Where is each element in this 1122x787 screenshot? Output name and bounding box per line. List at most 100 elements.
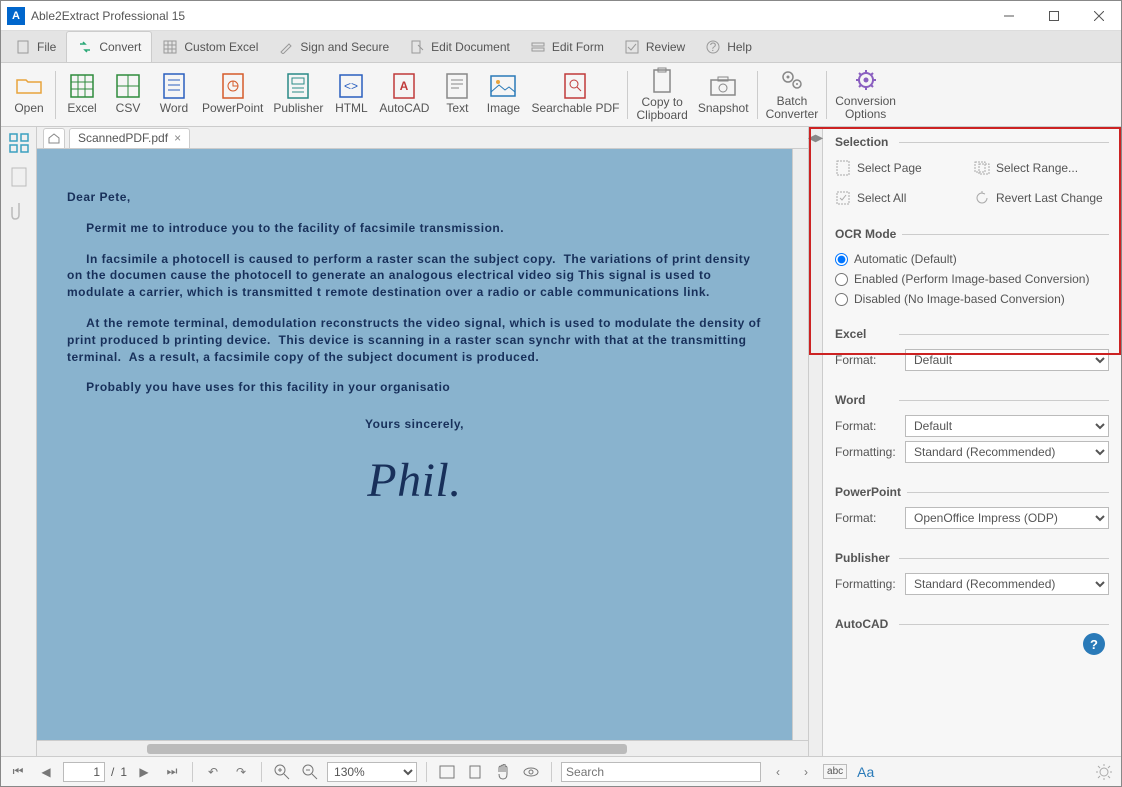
toolbar: Open Excel CSV Word PowerPoint Publisher…	[1, 63, 1121, 127]
page-input[interactable]	[63, 762, 105, 782]
select-page-button[interactable]: Select Page	[835, 157, 970, 179]
menu-help[interactable]: ?Help	[695, 31, 762, 62]
case-toggle[interactable]: Aa	[857, 764, 874, 780]
image-button[interactable]: Image	[481, 67, 525, 123]
powerpoint-button[interactable]: PowerPoint	[198, 67, 267, 123]
fit-page-button[interactable]	[464, 761, 486, 783]
publisher-formatting-select[interactable]: Standard (Recommended)	[905, 573, 1109, 595]
vertical-scrollbar[interactable]	[792, 149, 808, 740]
attachments-icon[interactable]	[7, 199, 31, 223]
menu-review[interactable]: Review	[614, 31, 695, 62]
rotate-right-button[interactable]: ↷	[230, 761, 252, 783]
tab-close-icon[interactable]: ×	[174, 131, 181, 145]
ocr-option-enabled[interactable]: Enabled (Perform Image-based Conversion)	[835, 269, 1109, 289]
excel-format-select[interactable]: Default	[905, 349, 1109, 371]
rotate-left-button[interactable]: ↶	[202, 761, 224, 783]
next-page-button[interactable]: ▶	[133, 761, 155, 783]
menu-edit-form[interactable]: Edit Form	[520, 31, 614, 62]
document-scroll[interactable]: Dear Pete, Permit me to introduce you to…	[37, 149, 792, 740]
hand-tool-button[interactable]	[492, 761, 514, 783]
search-prev-button[interactable]: ‹	[767, 761, 789, 783]
menu-edit-document[interactable]: Edit Document	[399, 31, 520, 62]
zoom-in-button[interactable]	[271, 761, 293, 783]
radio-input[interactable]	[835, 293, 848, 306]
autocad-button[interactable]: AAutoCAD	[375, 67, 433, 123]
menu-custom-excel[interactable]: Custom Excel	[152, 31, 268, 62]
gears-icon	[779, 68, 805, 92]
menu-label: Sign and Secure	[300, 40, 389, 54]
close-button[interactable]	[1076, 1, 1121, 31]
separator	[55, 71, 56, 119]
convert-icon	[77, 39, 93, 55]
help-badge-icon[interactable]: ?	[1083, 633, 1105, 655]
fit-width-button[interactable]	[436, 761, 458, 783]
section-title: Excel	[835, 327, 1109, 341]
radio-input[interactable]	[835, 273, 848, 286]
panel-toggle[interactable]: ◀▶	[809, 127, 823, 756]
edit-icon	[409, 39, 425, 55]
maximize-button[interactable]	[1031, 1, 1076, 31]
ppt-format-select[interactable]: OpenOffice Impress (ODP)	[905, 507, 1109, 529]
conversion-options-button[interactable]: Conversion Options	[831, 67, 900, 123]
search-next-button[interactable]: ›	[795, 761, 817, 783]
search-input[interactable]	[561, 762, 761, 782]
zoom-out-button[interactable]	[299, 761, 321, 783]
ocr-option-automatic[interactable]: Automatic (Default)	[835, 249, 1109, 269]
html-icon: <>	[338, 73, 364, 99]
revert-button[interactable]: Revert Last Change	[974, 187, 1109, 209]
folder-icon	[16, 73, 42, 99]
batch-converter-button[interactable]: Batch Converter	[762, 67, 823, 123]
csv-button[interactable]: CSV	[106, 67, 150, 123]
tab-strip: ScannedPDF.pdf×	[37, 127, 808, 149]
word-button[interactable]: Word	[152, 67, 196, 123]
home-tab[interactable]	[43, 128, 65, 148]
view-mode-button[interactable]	[520, 761, 542, 783]
open-button[interactable]: Open	[7, 67, 51, 123]
last-page-button[interactable]: ⏭	[161, 761, 183, 783]
whole-word-toggle[interactable]: abc	[823, 764, 847, 779]
select-range-button[interactable]: Select Range...	[974, 157, 1109, 179]
label: Revert Last Change	[996, 191, 1103, 205]
minimize-button[interactable]	[986, 1, 1031, 31]
menu-convert[interactable]: Convert	[66, 31, 152, 62]
separator	[192, 762, 193, 782]
select-all-button[interactable]: Select All	[835, 187, 970, 209]
menu-sign[interactable]: Sign and Secure	[268, 31, 399, 62]
scroll-thumb[interactable]	[147, 744, 627, 754]
prev-page-button[interactable]: ◀	[35, 761, 57, 783]
doc-line: Permit me to introduce you to the facili…	[67, 220, 762, 237]
html-button[interactable]: <>HTML	[329, 67, 373, 123]
separator	[627, 71, 628, 119]
excel-button[interactable]: Excel	[60, 67, 104, 123]
word-formatting-select[interactable]: Standard (Recommended)	[905, 441, 1109, 463]
first-page-button[interactable]: ⏮	[7, 761, 29, 783]
text-button[interactable]: Text	[435, 67, 479, 123]
section-title: Word	[835, 393, 1109, 407]
ocr-option-disabled[interactable]: Disabled (No Image-based Conversion)	[835, 289, 1109, 309]
document-viewport: Dear Pete, Permit me to introduce you to…	[37, 149, 808, 740]
word-format-select[interactable]: Default	[905, 415, 1109, 437]
check-icon	[624, 39, 640, 55]
panel-content: Selection Select Page Select Range... Se…	[823, 127, 1121, 756]
separator	[551, 762, 552, 782]
ppt-icon	[220, 73, 246, 99]
clipboard-button[interactable]: Copy to Clipboard	[632, 67, 691, 123]
horizontal-scrollbar[interactable]	[37, 740, 808, 756]
theme-button[interactable]	[1093, 761, 1115, 783]
snapshot-button[interactable]: Snapshot	[694, 67, 753, 123]
section-title: AutoCAD	[835, 617, 1109, 631]
radio-input[interactable]	[835, 253, 848, 266]
publisher-button[interactable]: Publisher	[269, 67, 327, 123]
tb-label: Searchable PDF	[531, 102, 619, 115]
bookmarks-icon[interactable]	[7, 165, 31, 189]
menu-file[interactable]: File	[5, 31, 66, 62]
thumbnails-icon[interactable]	[7, 131, 31, 155]
select-all-icon	[835, 190, 851, 206]
tb-label: PowerPoint	[202, 102, 263, 115]
image-icon	[490, 73, 516, 99]
document-page[interactable]: Dear Pete, Permit me to introduce you to…	[37, 149, 792, 740]
zoom-select[interactable]: 130%	[327, 762, 417, 782]
section-title: PowerPoint	[835, 485, 1109, 499]
searchable-pdf-button[interactable]: Searchable PDF	[527, 67, 623, 123]
file-tab[interactable]: ScannedPDF.pdf×	[69, 128, 190, 148]
